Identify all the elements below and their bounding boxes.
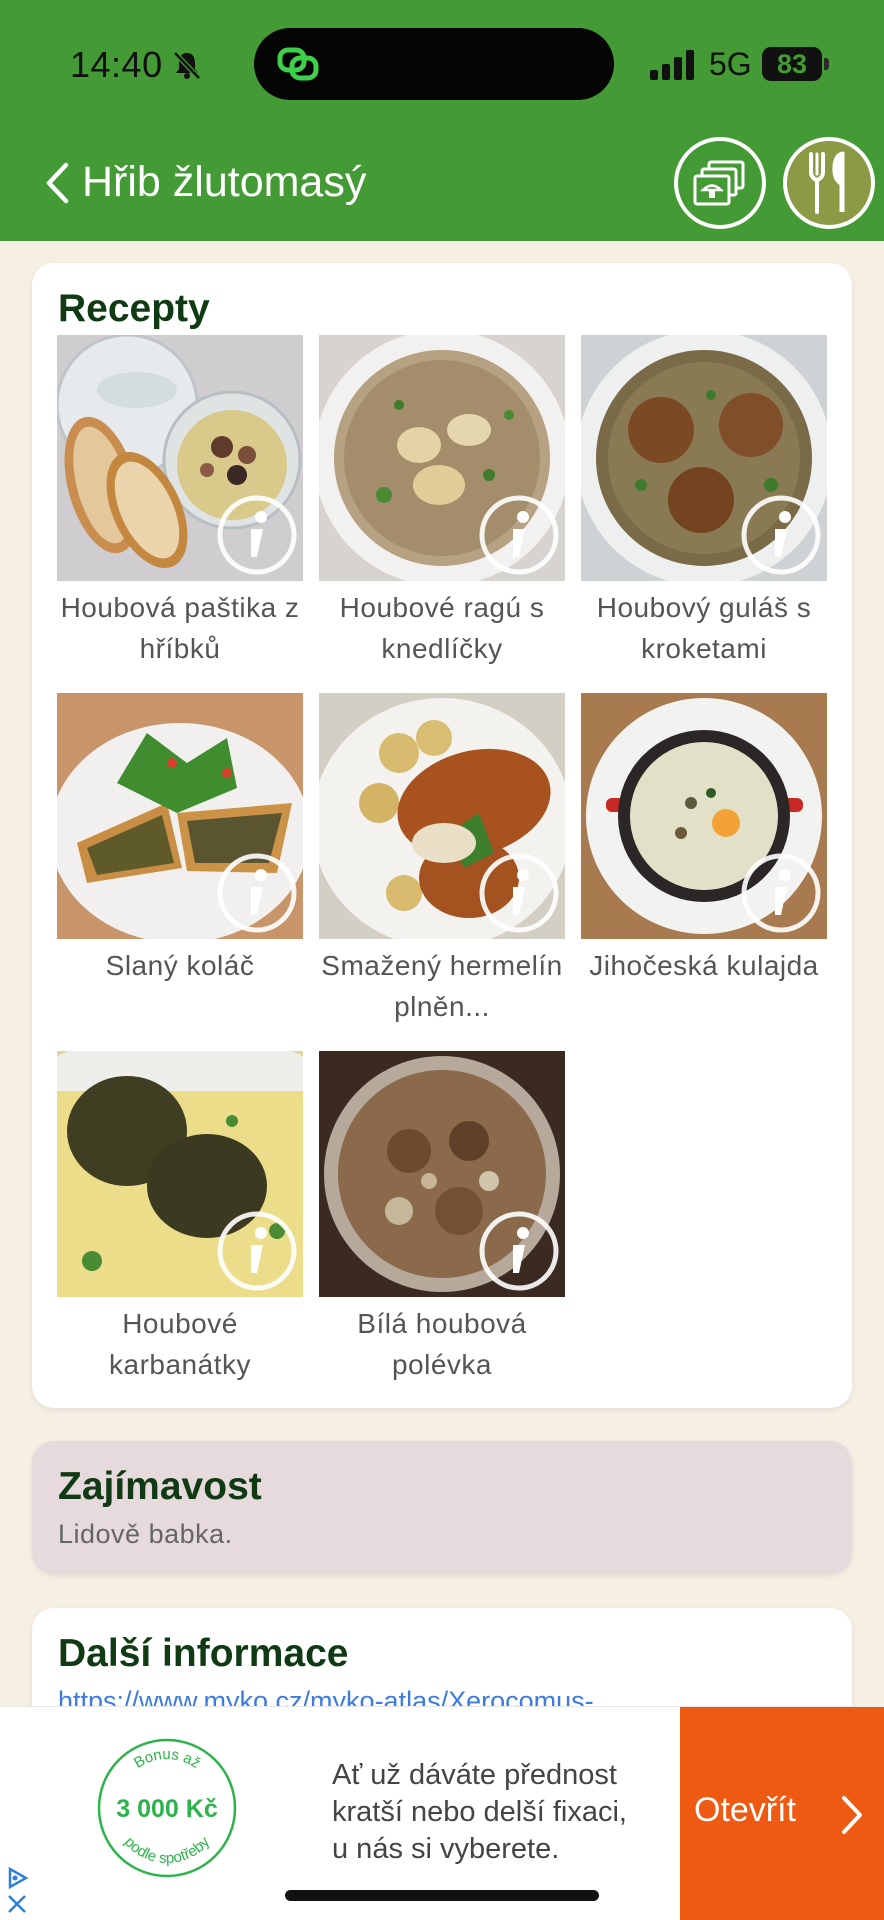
recipes-button[interactable] [783,137,875,229]
info-icon[interactable] [477,1209,561,1293]
silent-bell-icon [173,51,201,80]
fact-title: Zajímavost [58,1465,262,1508]
recipe-image[interactable] [57,1051,303,1297]
signal-icon [650,50,694,80]
recipe-item[interactable]: Houbové karbanátky [57,1051,303,1385]
recipe-name: Houbové karbanátky [109,1308,251,1380]
info-icon[interactable] [477,493,561,577]
recipe-image[interactable] [581,335,827,581]
info-icon[interactable] [739,493,823,577]
bonus-badge: Bonus až 3 000 Kč podle spotřeby [97,1738,237,1878]
badge-amount: 3 000 Kč [116,1795,218,1823]
recipe-name: Houbové ragú s knedlíčky [339,592,545,664]
ad-text-line: Ať už dáváte přednost [332,1759,617,1791]
fact-card: Zajímavost Lidově babka. [32,1441,852,1574]
recipe-item[interactable]: Houbové ragú s knedlíčky [319,335,565,669]
recipe-image[interactable] [319,1051,565,1297]
recipe-image[interactable] [57,335,303,581]
info-icon[interactable] [215,851,299,935]
header: 14:40 5G 83 Hřib žlutomasý [0,0,884,241]
recipe-name: Slaný koláč [105,950,255,981]
recipes-title: Recepty [58,287,210,330]
recipe-name: Jihočeská kulajda [589,950,819,981]
recipe-image[interactable] [57,693,303,939]
link-icon [277,47,319,81]
info-icon[interactable] [215,493,299,577]
recipe-item[interactable]: Houbový guláš s kroketami [581,335,827,669]
recipe-item[interactable]: Bílá houbová polévka [319,1051,565,1385]
back-chevron-icon[interactable] [44,162,70,204]
ad-open-button[interactable]: Otevřít [680,1707,884,1920]
battery-icon: 83 [762,47,822,81]
more-info-title: Další informace [58,1632,349,1675]
home-indicator [285,1890,599,1901]
ad-open-label: Otevřít [694,1791,797,1829]
recipe-item[interactable]: Jihočeská kulajda [581,693,827,986]
gallery-button[interactable] [674,137,766,229]
ad-text-line: kratší nebo delší fixaci, [332,1796,627,1828]
ad-text: Ať už dáváte přednost kratší nebo delší … [332,1757,627,1868]
fact-text: Lidově babka. [58,1519,233,1549]
status-time: 14:40 [70,44,163,85]
ad-banner[interactable]: Bonus až 3 000 Kč podle spotřeby Ať už d… [0,1706,884,1920]
battery-level: 83 [776,49,808,79]
recipe-name: Houbová paštika z hříbků [60,592,300,664]
recipe-image[interactable] [319,335,565,581]
recipes-card: Recepty Houbová paštika z hříbků Houbové… [32,263,852,1408]
chevron-right-icon [842,1796,862,1834]
recipe-item[interactable]: Smažený hermelín plněn... [319,693,565,1027]
recipe-name: Smažený hermelín plněn... [321,950,563,1022]
gallery-icon [693,160,745,206]
adchoices-icon[interactable] [6,1867,28,1889]
recipe-item[interactable]: Slaný koláč [57,693,303,986]
ad-close-icon[interactable] [6,1893,28,1915]
recipe-name: Houbový guláš s kroketami [596,592,812,664]
battery-tip [824,58,829,70]
dynamic-island [254,28,614,100]
more-info-link[interactable]: https://www.myko.cz/myko-atlas/Xerocomus… [58,1686,818,1708]
status-bar: 14:40 5G 83 [0,0,884,130]
info-icon[interactable] [739,851,823,935]
page-title: Hřib žlutomasý [82,158,367,206]
info-icon[interactable] [477,851,561,935]
ad-text-line: u nás si vyberete. [332,1833,560,1865]
recipe-item[interactable]: Houbová paštika z hříbků [57,335,303,669]
recipe-image[interactable] [319,693,565,939]
recipe-name: Bílá houbová polévka [357,1308,527,1380]
info-icon[interactable] [215,1209,299,1293]
recipe-image[interactable] [581,693,827,939]
fork-knife-icon [809,151,845,214]
network-type: 5G [709,46,752,82]
